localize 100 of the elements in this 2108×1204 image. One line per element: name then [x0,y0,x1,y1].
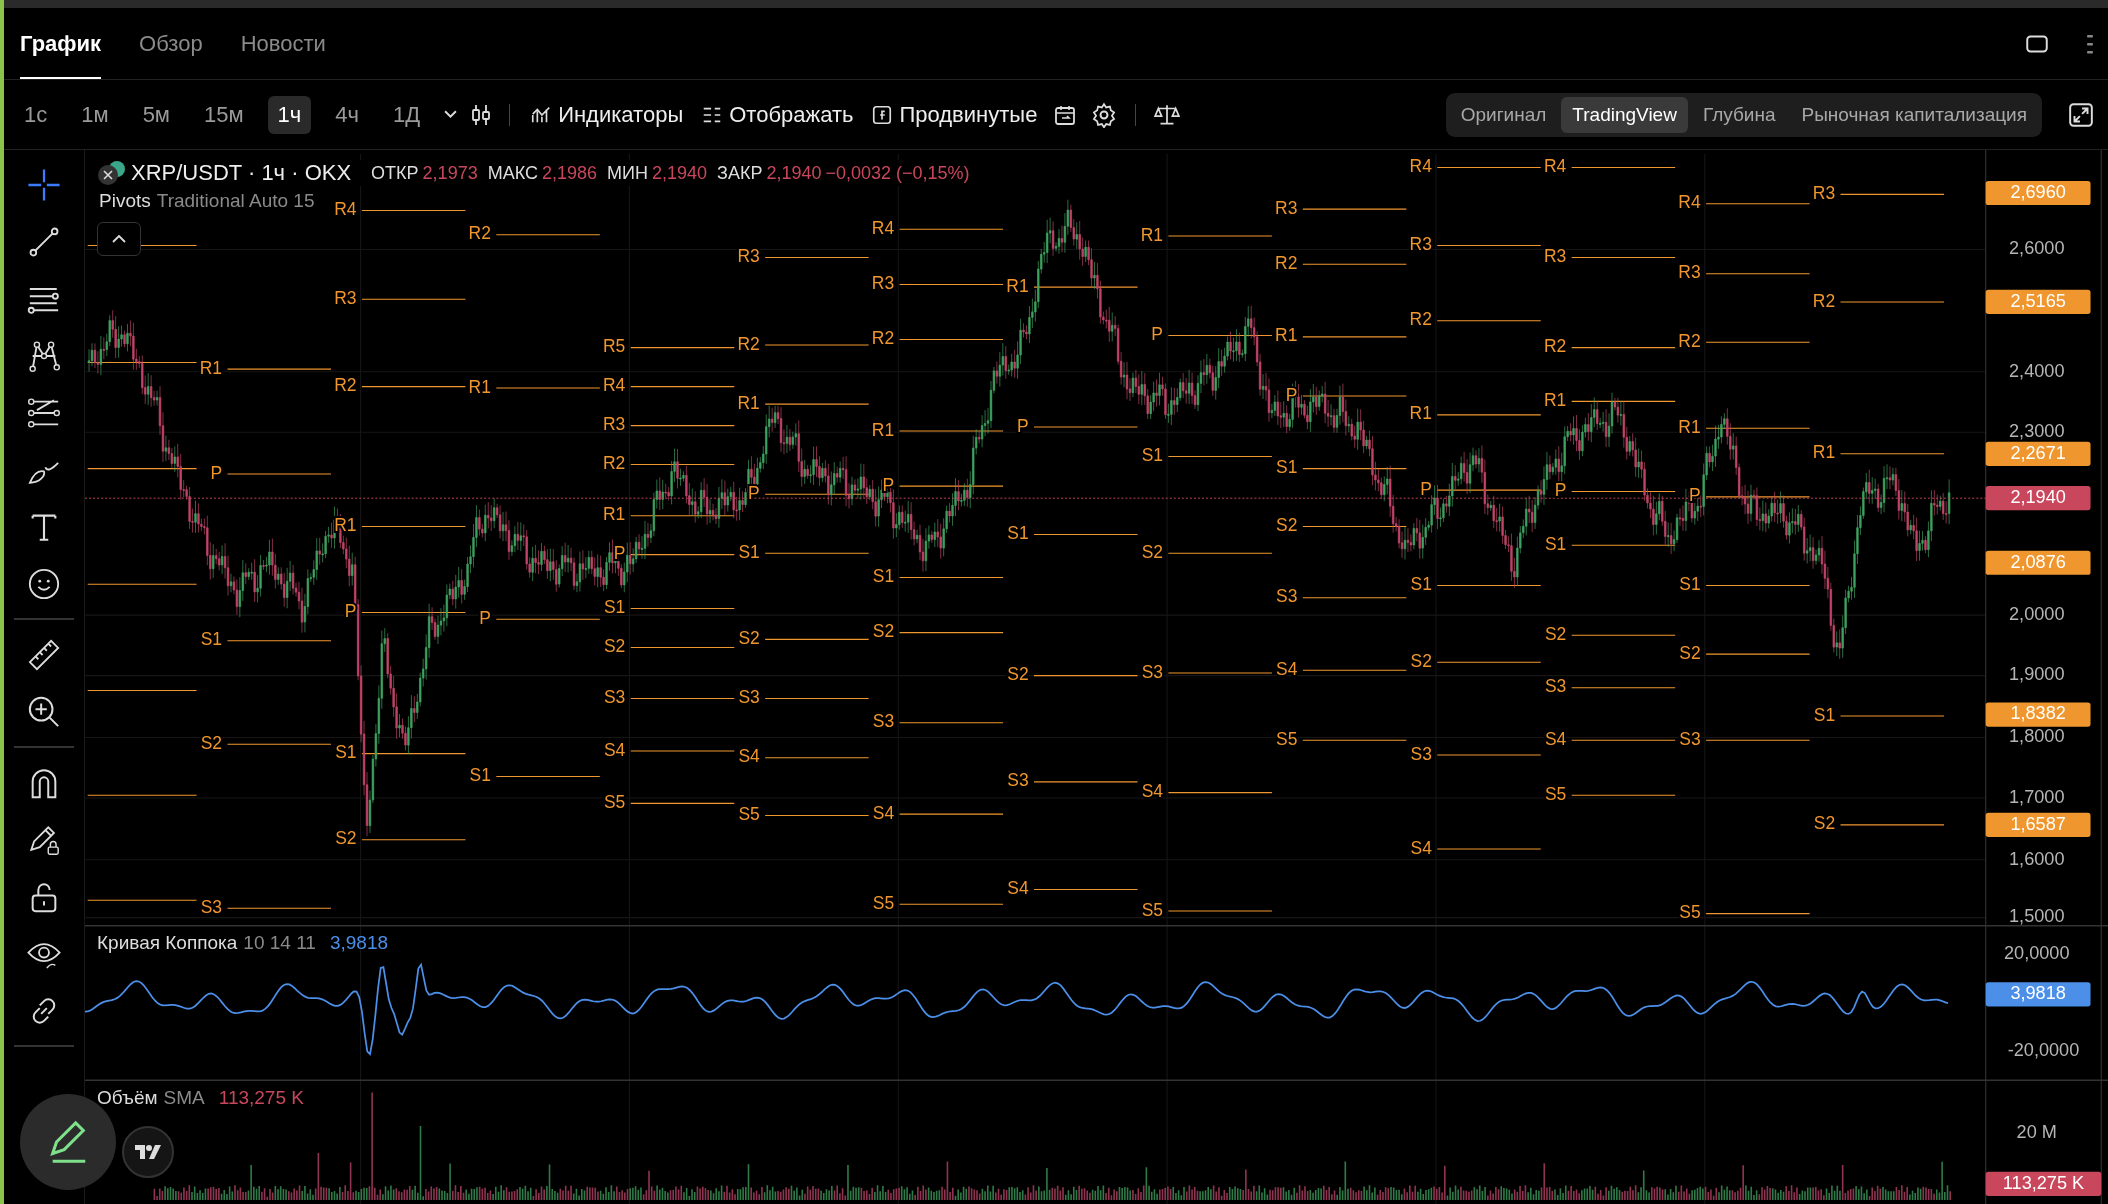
view-tab[interactable]: Глубина [1691,96,1787,133]
pivot-label: S5 [1276,728,1298,749]
pivot-label: R1 [1409,403,1432,424]
pivot-label: S3 [872,711,895,732]
pivot-label: R2 [737,333,760,354]
pivot-label: S3 [1410,743,1432,764]
fullscreen-icon[interactable] [2068,101,2094,128]
pivot-label: P [1285,384,1298,405]
indicator-name: Объём [97,1087,158,1109]
pivot-label: R5 [603,336,626,357]
pivot-label: R1 [1140,224,1164,245]
axis-label: 2,6000 [2009,238,2065,259]
pivot-label: S4 [1544,728,1567,749]
pivot-label: R1 [1678,416,1701,437]
toolbar-button[interactable]: Отображать [699,97,856,132]
indicator-params: 10 14 11 [243,932,316,954]
pivot-label: R4 [603,375,626,396]
pivot-label: S2 [604,636,626,657]
pivot-label: R2 [1275,252,1298,273]
symbol-title: XRP/USDT · 1ч · OKX [131,160,352,186]
price-tag: 2,5165 [1985,289,2091,314]
interval-button[interactable]: 1Д [383,95,431,134]
toolbar-button[interactable]: Продвинутые [869,97,1040,132]
indicator-params: Traditional Auto 15 [156,190,315,212]
crosshair-icon[interactable] [27,167,61,202]
pivot-label: R2 [334,375,357,396]
pivot-label: R3 [871,273,895,294]
interval-button[interactable]: 1м [71,95,119,134]
pivot-label: P [1420,478,1432,499]
pivot-label: P [613,543,626,564]
interval-button[interactable]: 4ч [325,95,369,134]
tab[interactable]: Обзор [139,10,203,79]
collapse-button[interactable] [97,222,141,256]
pivot-label: S1 [200,629,223,650]
ohlc-value: 2,1973 [422,162,478,184]
pivot-label: R2 [603,453,626,474]
pivot-label: S1 [1410,574,1432,595]
pivot-label: P [479,607,491,628]
ruler-icon[interactable] [27,637,61,672]
pivot-label: S3 [1544,676,1567,697]
pivot-label: R1 [1006,275,1029,296]
pivot-label: S1 [738,541,760,562]
pivot-label: R4 [1543,156,1567,177]
pivot-label: R1 [737,392,760,413]
view-tab[interactable]: TradingView [1561,96,1688,133]
interval-button[interactable]: 5м [132,95,180,134]
pivot-label: S4 [872,802,895,823]
pivot-label: S4 [738,746,760,767]
pivot-label: R2 [871,328,895,349]
pivot-label: S1 [604,597,626,618]
pivot-label: R3 [1409,234,1432,255]
pivot-label: S2 [200,732,223,753]
pivot-label: R4 [334,199,357,220]
interval-button[interactable]: 1с [14,95,58,134]
interval-button[interactable]: 1ч [267,95,312,134]
tab[interactable]: Новости [240,10,326,79]
pivot-label: S4 [1276,658,1298,679]
price-change: −0,0032 (−0,15%) [825,162,970,184]
pivot-label: S1 [335,742,357,763]
settings-icon[interactable] [1091,101,1118,128]
indicator-value: 3,9818 [329,932,389,954]
caret-icon [112,235,126,243]
pivot-label: S1 [1679,574,1701,595]
pivot-label: R1 [199,357,223,378]
indicator-params: SMA [163,1087,205,1109]
pattern-icon[interactable] [27,338,61,373]
pivot-label: S1 [469,765,491,786]
indicator-name: Pivots [99,190,151,212]
toolbar-button[interactable]: Индикаторы [528,97,686,132]
axis-label: 20 M [2016,1121,2057,1142]
price-tag: 3,9818 [1985,982,2091,1007]
ohlc-value: 2,1986 [541,162,598,184]
candles-icon[interactable] [471,102,492,127]
pivot-label: R2 [468,223,491,244]
pivot-label: R2 [1409,309,1432,330]
view-tab[interactable]: Оригинал [1449,96,1558,133]
caret-icon[interactable] [444,110,458,119]
pivot-label: S2 [1276,515,1298,536]
ohlc-value: 2,1940 [766,162,822,184]
pivot-label: S3 [604,687,626,708]
pivot-label: R3 [1812,182,1836,203]
fibonacci-icon[interactable] [27,395,61,430]
smiley-icon[interactable] [27,566,61,601]
pivot-label: S3 [1007,770,1029,791]
ohlc-label: МИН [607,162,648,184]
zoom-icon[interactable] [27,694,61,729]
tab[interactable]: График [20,10,102,79]
pivot-label: S1 [1813,704,1836,725]
view-tab[interactable]: Рыночная капитализация [1790,96,2038,133]
indicator-value: 113,275 K [218,1087,304,1109]
pivot-label: P [882,474,895,495]
pivot-label: S5 [1679,902,1701,923]
interval-button[interactable]: 15м [194,95,254,134]
axis-label: 2,4000 [2009,360,2065,381]
pivot-label: P [1554,480,1567,501]
axis-label: 1,8000 [2009,726,2065,747]
pivot-label: S1 [1544,533,1567,554]
pivot-label: S2 [1544,623,1567,644]
pivot-label: R2 [1678,330,1701,351]
pivot-label: P [1151,324,1164,345]
